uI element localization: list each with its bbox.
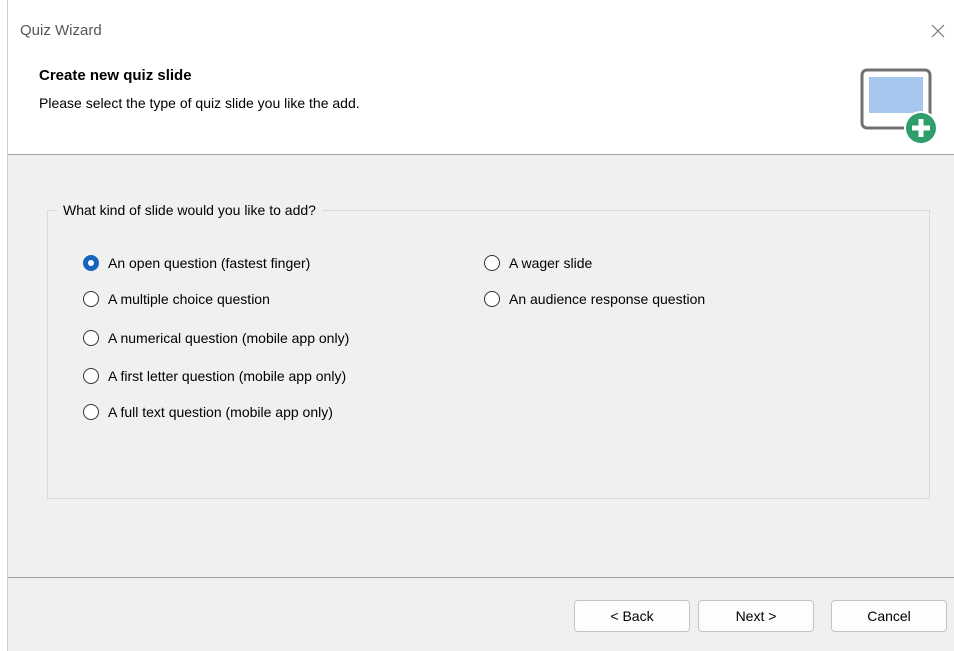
radio-wager-slide[interactable]: A wager slide — [484, 255, 592, 271]
add-slide-icon — [860, 68, 938, 145]
radio-button-selected[interactable] — [83, 255, 99, 271]
window-title: Quiz Wizard — [20, 22, 102, 39]
slide-type-group-legend: What kind of slide would you like to add… — [57, 202, 322, 218]
radio-button[interactable] — [484, 291, 500, 307]
quiz-wizard-dialog: Quiz Wizard Create new quiz slide Please… — [7, 0, 954, 651]
radio-button[interactable] — [83, 368, 99, 384]
radio-label: A full text question (mobile app only) — [108, 404, 333, 420]
footer-divider — [8, 577, 954, 578]
radio-label: An audience response question — [509, 291, 706, 307]
radio-label: An open question (fastest finger) — [108, 255, 311, 271]
radio-first-letter-question[interactable]: A first letter question (mobile app only… — [83, 368, 346, 384]
radio-open-question[interactable]: An open question (fastest finger) — [83, 255, 310, 271]
radio-button[interactable] — [484, 255, 500, 271]
wizard-header: Create new quiz slide Please select the … — [8, 44, 954, 155]
radio-button[interactable] — [83, 330, 99, 346]
cancel-button[interactable]: Cancel — [831, 600, 947, 632]
close-button[interactable] — [921, 14, 954, 48]
radio-audience-response[interactable]: An audience response question — [484, 291, 705, 307]
next-button[interactable]: Next > — [698, 600, 814, 632]
radio-label: A first letter question (mobile app only… — [108, 368, 347, 384]
header-title: Create new quiz slide — [39, 67, 192, 84]
radio-numerical-question[interactable]: A numerical question (mobile app only) — [83, 330, 349, 346]
radio-button[interactable] — [83, 291, 99, 307]
radio-label: A numerical question (mobile app only) — [108, 330, 350, 346]
radio-label: A wager slide — [509, 255, 593, 271]
slide-type-group — [47, 210, 930, 499]
radio-label: A multiple choice question — [108, 291, 270, 307]
header-subtitle: Please select the type of quiz slide you… — [39, 95, 360, 111]
title-bar: Quiz Wizard — [8, 0, 954, 44]
radio-full-text-question[interactable]: A full text question (mobile app only) — [83, 404, 333, 420]
back-button[interactable]: < Back — [574, 600, 690, 632]
radio-button[interactable] — [83, 404, 99, 420]
close-icon — [931, 24, 945, 38]
radio-multiple-choice[interactable]: A multiple choice question — [83, 291, 270, 307]
